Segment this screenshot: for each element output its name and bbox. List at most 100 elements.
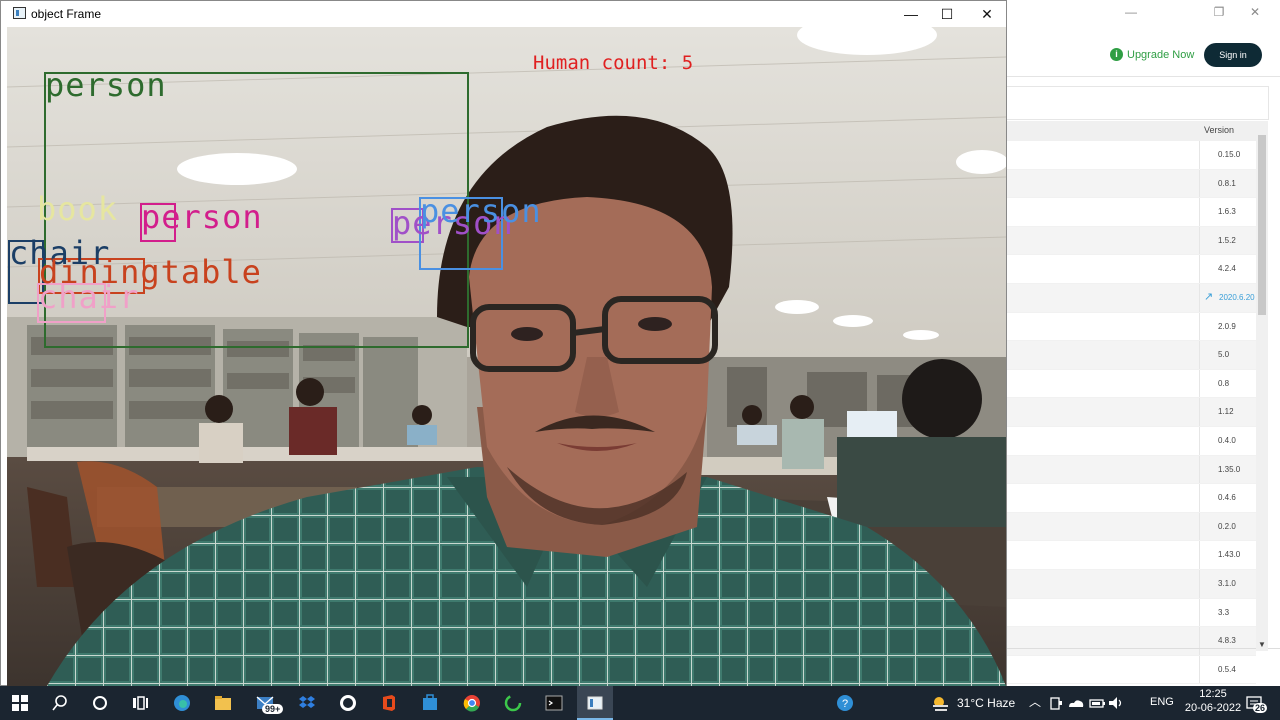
label-chair-pink: chair xyxy=(38,278,140,316)
version-value: 4.8.3 xyxy=(1218,636,1236,646)
weather-text[interactable]: 31°C Haze xyxy=(957,696,1015,710)
dropbox-icon[interactable] xyxy=(297,693,317,713)
scrollbar-thumb[interactable] xyxy=(1258,135,1266,315)
object-frame-window: object Frame — ☐ ✕ person book person ch… xyxy=(0,0,1007,686)
bg-close-button[interactable]: ✕ xyxy=(1246,3,1264,21)
table-row[interactable]: 4.2.4 xyxy=(1006,255,1256,284)
mail-badge: 99+ xyxy=(262,704,284,714)
bg-minimize-button[interactable]: — xyxy=(1122,3,1140,21)
minimize-button[interactable]: — xyxy=(891,1,931,27)
version-value: 3.3 xyxy=(1218,607,1230,617)
table-row[interactable]: 0.4.0 xyxy=(1006,426,1256,456)
package-table: Version 0.15.0 0.8.1 1.6.3 1.5.2 4.2.4 ↗ 2020.… xyxy=(1006,121,1256,685)
windows-start-icon[interactable] xyxy=(10,693,30,713)
object-frame-titlebar[interactable]: object Frame — ☐ ✕ xyxy=(1,1,1006,27)
window-title: object Frame xyxy=(31,7,102,21)
device-icon[interactable] xyxy=(1046,693,1066,713)
chevron-up-icon[interactable]: ︿ xyxy=(1029,693,1041,710)
task-view-icon[interactable] xyxy=(130,693,150,713)
version-value: 1.43.0 xyxy=(1218,550,1241,560)
upgrade-now-link[interactable]: i Upgrade Now xyxy=(1110,48,1194,61)
version-value: 0.4.0 xyxy=(1218,435,1236,445)
background-search-row xyxy=(1006,86,1269,120)
store-icon[interactable] xyxy=(420,693,440,713)
volume-icon[interactable] xyxy=(1106,693,1126,713)
sign-in-button[interactable]: Sign in xyxy=(1204,43,1262,67)
github-icon[interactable] xyxy=(338,693,358,713)
version-value: 0.15.0 xyxy=(1218,150,1241,159)
table-row[interactable]: 0.2.0 xyxy=(1006,512,1256,542)
info-icon: i xyxy=(1110,48,1123,61)
background-footer xyxy=(1006,648,1280,677)
table-row[interactable]: 3.1.0 xyxy=(1006,569,1256,599)
maximize-button[interactable]: ☐ xyxy=(927,1,967,27)
label-person-blue: person xyxy=(420,192,542,230)
table-scrollbar[interactable]: ▼ xyxy=(1256,121,1268,651)
windows-taskbar: 99+ ? 31°C Haze ︿ ENG 12:25 20-06-2022 2… xyxy=(0,686,1280,720)
object-frame-taskbar-button[interactable] xyxy=(577,686,613,720)
object-frame-app-icon xyxy=(587,696,603,710)
version-column-header: Version xyxy=(1204,125,1235,135)
office-icon[interactable] xyxy=(379,693,399,713)
version-value: 1.12 xyxy=(1218,407,1234,417)
svg-text:?: ? xyxy=(842,698,848,710)
version-value: 0.8.1 xyxy=(1218,178,1236,188)
clock-time: 12:25 xyxy=(1199,688,1227,700)
background-app-window: — ❐ ✕ i Upgrade Now Sign in Version 0.15… xyxy=(1006,0,1280,686)
loading-app-icon[interactable] xyxy=(503,693,523,713)
clock[interactable]: 12:25 20-06-2022 xyxy=(1183,688,1243,714)
camera-feed: person book person chair diningtable cha… xyxy=(7,27,1006,686)
scroll-down-arrow-icon[interactable]: ▼ xyxy=(1256,640,1268,649)
chrome-icon[interactable] xyxy=(462,693,482,713)
terminal-icon[interactable] xyxy=(544,693,564,713)
table-row[interactable]: 0.8 xyxy=(1006,369,1256,399)
table-row[interactable]: 1.43.0 xyxy=(1006,541,1256,570)
version-value: 0.2.0 xyxy=(1218,521,1236,531)
version-value: 5.0 xyxy=(1218,350,1230,360)
table-row[interactable]: 1.12 xyxy=(1006,398,1256,427)
battery-icon[interactable] xyxy=(1087,693,1107,713)
version-value[interactable]: 2020.6.20 xyxy=(1219,293,1255,302)
table-row[interactable]: ↗ 2020.6.20 xyxy=(1006,283,1256,313)
edge-browser-icon[interactable] xyxy=(172,693,192,713)
search-icon[interactable] xyxy=(50,693,70,713)
close-button[interactable]: ✕ xyxy=(967,1,1007,27)
label-person-small: person xyxy=(141,198,263,236)
table-row[interactable]: 0.15.0 xyxy=(1006,141,1256,170)
weather-haze-icon xyxy=(933,697,948,711)
table-row[interactable]: 1.6.3 xyxy=(1006,198,1256,227)
table-row[interactable]: 0.4.6 xyxy=(1006,484,1256,513)
background-titlebar: — ❐ ✕ xyxy=(1006,0,1280,24)
version-value: 4.2.4 xyxy=(1218,264,1236,274)
cortana-icon[interactable] xyxy=(90,693,110,713)
label-book: book xyxy=(37,190,119,228)
upgrade-label: Upgrade Now xyxy=(1127,48,1195,61)
clock-date: 20-06-2022 xyxy=(1184,702,1242,714)
language-indicator[interactable]: ENG xyxy=(1150,696,1174,708)
bg-maximize-button[interactable]: ❐ xyxy=(1210,3,1228,21)
version-value: 0.4.6 xyxy=(1218,493,1236,503)
version-value: 0.8 xyxy=(1218,378,1230,388)
notification-badge: 26 xyxy=(1253,703,1268,713)
version-value: 1.5.2 xyxy=(1218,235,1236,245)
detection-overlay xyxy=(8,72,503,348)
human-count-text: Human count: 5 xyxy=(533,52,694,74)
table-row[interactable]: 1.5.2 xyxy=(1006,226,1256,256)
table-row[interactable]: 0.8.1 xyxy=(1006,169,1256,199)
version-value: 1.35.0 xyxy=(1218,464,1241,474)
table-row[interactable]: 1.35.0 xyxy=(1006,455,1256,485)
version-value: 3.1.0 xyxy=(1218,578,1236,588)
table-row[interactable]: 3.3 xyxy=(1006,598,1256,628)
onedrive-icon[interactable] xyxy=(1066,693,1086,713)
table-row[interactable]: 2.0.9 xyxy=(1006,312,1256,342)
background-topbar: i Upgrade Now Sign in xyxy=(1006,36,1280,77)
table-header: Version xyxy=(1006,121,1256,141)
file-explorer-icon[interactable] xyxy=(213,693,233,713)
label-person-large: person xyxy=(45,66,167,104)
help-icon[interactable]: ? xyxy=(835,693,855,713)
table-row[interactable]: 5.0 xyxy=(1006,341,1256,370)
version-value: 1.6.3 xyxy=(1218,207,1236,217)
table-body: 0.15.0 0.8.1 1.6.3 1.5.2 4.2.4 ↗ 2020.6.20 2.0.… xyxy=(1006,141,1256,685)
version-value: 2.0.9 xyxy=(1218,321,1236,331)
app-icon xyxy=(13,7,26,19)
